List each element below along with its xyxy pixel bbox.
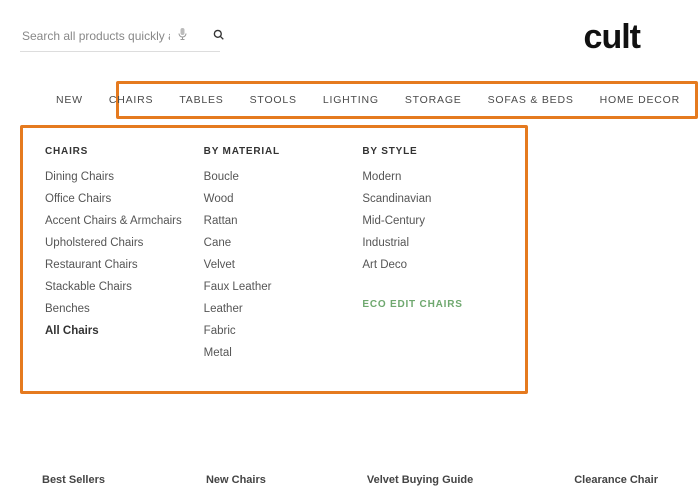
nav-sofas-beds[interactable]: SOFAS & BEDS (475, 90, 587, 110)
link-rattan[interactable]: Rattan (204, 215, 345, 227)
link-fabric[interactable]: Fabric (204, 325, 345, 337)
search-icon[interactable] (213, 29, 224, 43)
nav-stools[interactable]: STOOLS (237, 90, 310, 110)
link-metal[interactable]: Metal (204, 347, 345, 359)
link-wood[interactable]: Wood (204, 193, 345, 205)
nav-lighting[interactable]: LIGHTING (310, 90, 392, 110)
link-cane[interactable]: Cane (204, 237, 345, 249)
mega-head-chairs: CHAIRS (45, 146, 186, 157)
link-faux-leather[interactable]: Faux Leather (204, 281, 345, 293)
link-restaurant-chairs[interactable]: Restaurant Chairs (45, 259, 186, 271)
link-art-deco[interactable]: Art Deco (362, 259, 503, 271)
mega-head-style: BY STYLE (362, 146, 503, 157)
link-stackable-chairs[interactable]: Stackable Chairs (45, 281, 186, 293)
link-office-chairs[interactable]: Office Chairs (45, 193, 186, 205)
main-nav: NEW CHAIRS TABLES STOOLS LIGHTING STORAG… (116, 81, 698, 119)
search-input[interactable] (20, 23, 220, 52)
footer-best-sellers[interactable]: Best Sellers (42, 474, 105, 486)
search-wrap (20, 23, 220, 52)
link-modern[interactable]: Modern (362, 171, 503, 183)
link-benches[interactable]: Benches (45, 303, 186, 315)
link-velvet[interactable]: Velvet (204, 259, 345, 271)
footer-velvet-guide[interactable]: Velvet Buying Guide (367, 474, 473, 486)
nav-tables[interactable]: TABLES (166, 90, 236, 110)
nav-storage[interactable]: STORAGE (392, 90, 475, 110)
link-accent-chairs[interactable]: Accent Chairs & Armchairs (45, 215, 186, 227)
microphone-icon[interactable] (177, 27, 188, 44)
link-upholstered-chairs[interactable]: Upholstered Chairs (45, 237, 186, 249)
nav-new[interactable]: NEW (43, 90, 96, 110)
nav-home-decor[interactable]: HOME DECOR (587, 90, 693, 110)
footer-links: Best Sellers New Chairs Velvet Buying Gu… (0, 474, 700, 486)
mega-col-style: BY STYLE Modern Scandinavian Mid-Century… (362, 146, 503, 369)
link-mid-century[interactable]: Mid-Century (362, 215, 503, 227)
link-leather[interactable]: Leather (204, 303, 345, 315)
link-all-chairs[interactable]: All Chairs (45, 325, 186, 337)
mega-col-chairs: CHAIRS Dining Chairs Office Chairs Accen… (45, 146, 186, 369)
link-industrial[interactable]: Industrial (362, 237, 503, 249)
brand-logo[interactable]: cult (584, 18, 640, 57)
link-dining-chairs[interactable]: Dining Chairs (45, 171, 186, 183)
link-scandinavian[interactable]: Scandinavian (362, 193, 503, 205)
mega-menu-chairs: CHAIRS Dining Chairs Office Chairs Accen… (20, 125, 528, 394)
mega-head-material: BY MATERIAL (204, 146, 345, 157)
footer-clearance[interactable]: Clearance Chair (574, 474, 658, 486)
link-eco-edit[interactable]: ECO EDIT CHAIRS (362, 299, 503, 310)
mega-col-material: BY MATERIAL Boucle Wood Rattan Cane Velv… (204, 146, 345, 369)
footer-new-chairs[interactable]: New Chairs (206, 474, 266, 486)
link-boucle[interactable]: Boucle (204, 171, 345, 183)
nav-chairs[interactable]: CHAIRS (96, 90, 166, 110)
